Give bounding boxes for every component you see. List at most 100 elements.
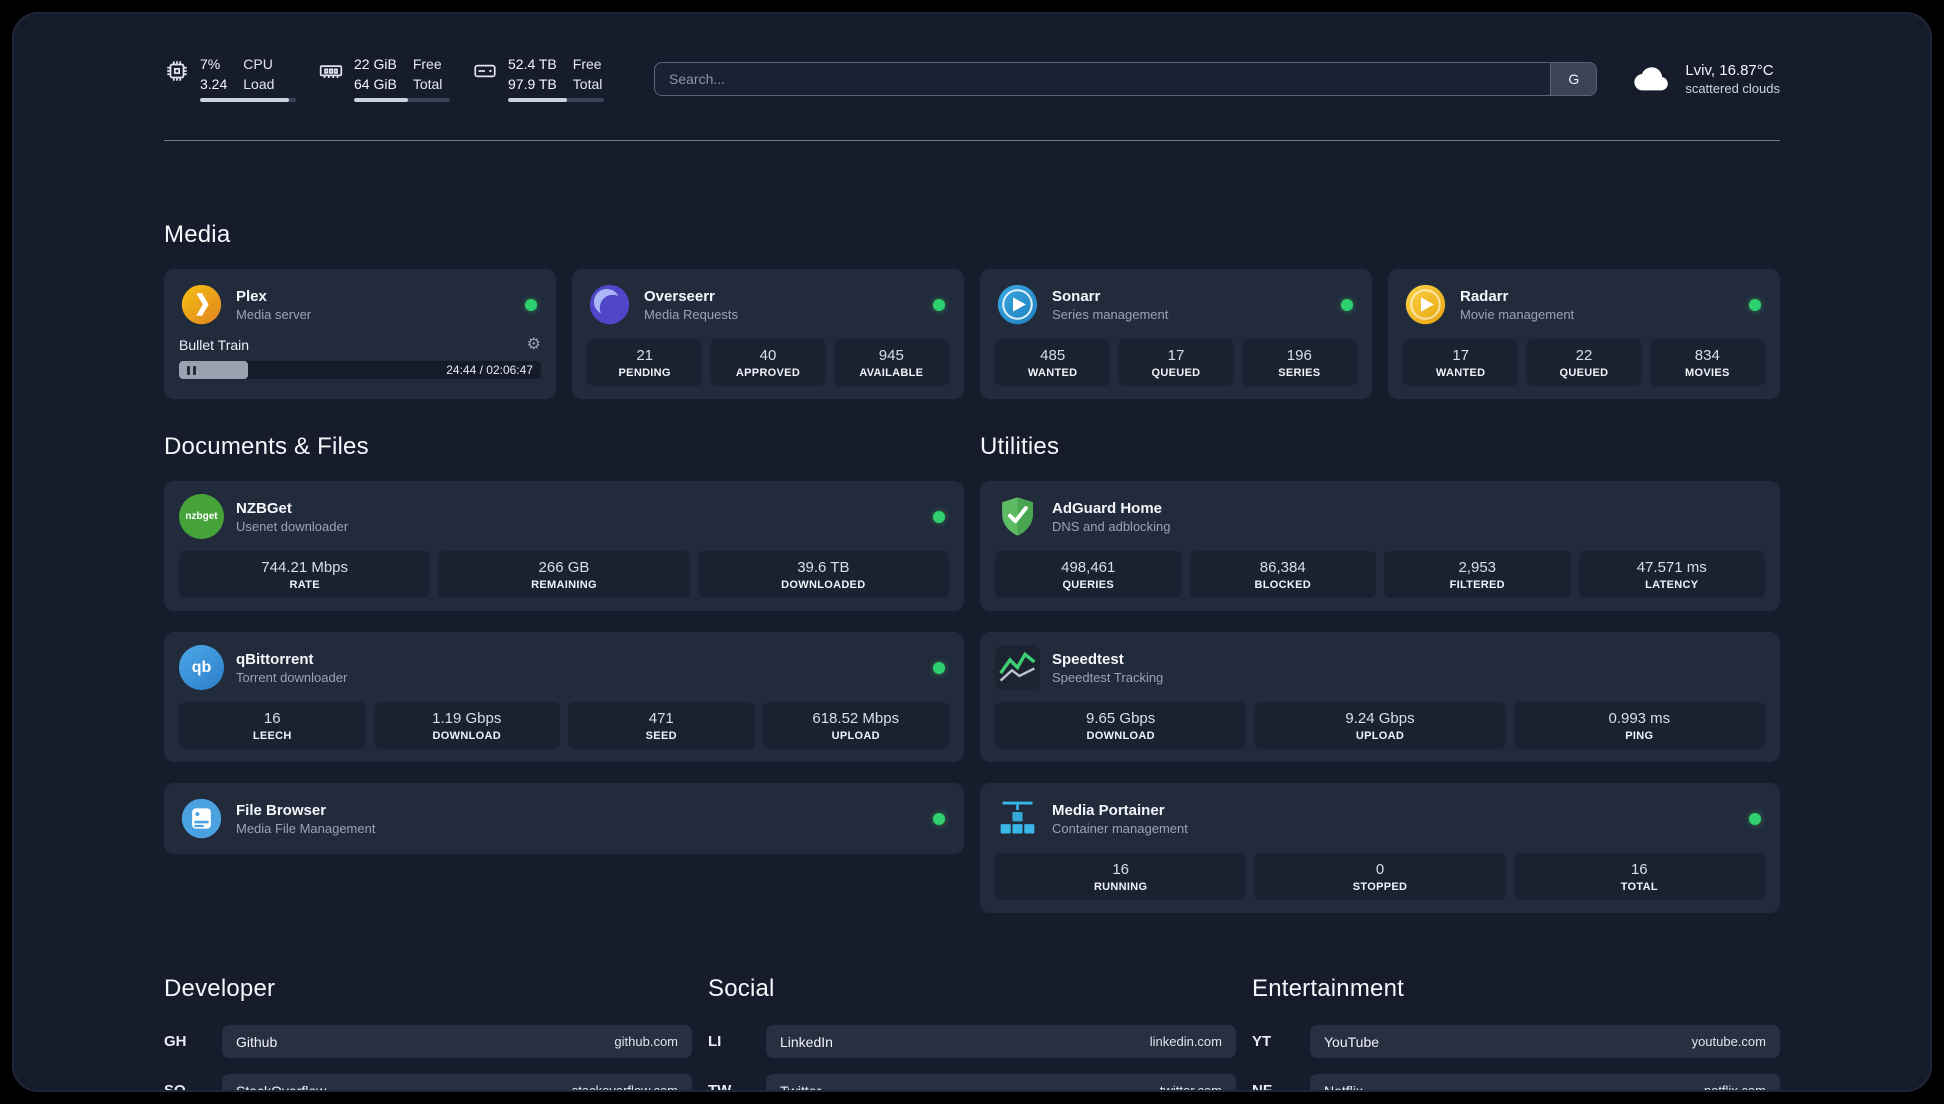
app-card-filebrowser[interactable]: File Browser Media File Management [164,783,964,854]
link-linkedin[interactable]: LinkedIn linkedin.com [766,1025,1236,1058]
stat-value: 266 GB [538,559,590,576]
ram-widget: 22 GiB 64 GiB Free Total [318,56,450,102]
link-github[interactable]: Github github.com [222,1025,692,1058]
link-row-twitter: TW Twitter twitter.com [708,1074,1236,1092]
section-title-documents: Documents & Files [164,433,369,460]
status-dot [933,661,945,674]
disk-icon [472,58,498,84]
filebrowser-icon [179,796,224,841]
link-url: youtube.com [1691,1034,1766,1049]
link-twitter[interactable]: Twitter twitter.com [766,1074,1236,1092]
stat-value: 834 [1694,347,1720,364]
cpu-load-value: 3.24 [200,75,228,92]
link-netflix[interactable]: Netflix netflix.com [1310,1074,1780,1092]
stat-wanted: 17 WANTED [1403,339,1519,386]
app-card-speedtest[interactable]: Speedtest Speedtest Tracking 9.65 Gbps D… [980,632,1780,762]
stat-value: 21 [636,347,653,364]
link-youtube[interactable]: YouTube youtube.com [1310,1025,1780,1058]
stat-label: AVAILABLE [859,367,924,379]
status-dot [1749,298,1761,311]
stat-value: 498,461 [1061,559,1116,576]
stat-label: WANTED [1027,367,1078,379]
stat-value: 16 [1630,861,1648,878]
overseerr-icon [587,282,632,327]
stat-queued: 17 QUEUED [1118,339,1234,386]
link-name: StackOverflow [236,1082,327,1092]
app-card-sonarr[interactable]: Sonarr Series management 485 WANTED 17 Q… [980,269,1372,399]
app-card-overseerr[interactable]: Overseerr Media Requests 21 PENDING 40 A… [572,269,964,399]
cpu-load-label: Load [243,75,275,92]
app-name: Radarr [1460,287,1509,305]
stat-label: TOTAL [1620,881,1658,893]
app-subtitle: Container management [1052,820,1188,836]
link-name: Netflix [1324,1082,1363,1092]
stat-value: 22 [1575,347,1593,364]
link-abbr: YT [1252,1033,1272,1050]
cloud-icon [1631,58,1673,100]
stat-label: UPLOAD [831,730,880,742]
stat-ping: 0.993 ms PING [1513,702,1765,749]
status-dot [525,298,537,311]
stat-label: FILTERED [1449,579,1505,591]
adguard-icon [995,494,1040,539]
stat-label: DOWNLOAD [432,730,501,742]
search-provider-button[interactable]: G [1550,63,1597,95]
app-subtitle: DNS and adblocking [1052,518,1171,534]
app-name: Speedtest [1052,650,1124,668]
link-abbr: TW [708,1082,732,1092]
pause-icon[interactable] [187,365,196,375]
ram-free-label: Free [412,56,442,72]
stat-value: 17 [1167,347,1185,364]
link-url: twitter.com [1159,1083,1222,1092]
stat-download: 1.19 Gbps DOWNLOAD [373,702,560,749]
search-input[interactable] [655,63,1551,95]
stat-value: 9.24 Gbps [1345,710,1415,727]
app-card-radarr[interactable]: Radarr Movie management 17 WANTED 22 QUE… [1388,269,1780,399]
section-title-entertainment: Entertainment [1252,975,1405,1002]
app-card-plex[interactable]: Plex Media server Bullet Train ⚙ 24:44 /… [164,269,556,399]
stat-value: 39.6 TB [797,559,850,576]
stat-label: REMAINING [531,579,597,591]
app-card-qbittorrent[interactable]: qb qBittorrent Torrent downloader 16 LEE… [164,632,964,762]
stat-value: 485 [1040,347,1066,364]
stat-label: WANTED [1435,367,1486,379]
portainer-icon [995,796,1040,841]
app-card-adguard[interactable]: AdGuard Home DNS and adblocking 498,461 … [980,481,1780,611]
link-stackoverflow[interactable]: StackOverflow stackoverflow.com [222,1074,692,1092]
ram-usage-bar [354,98,450,102]
app-subtitle: Media server [236,306,312,322]
link-abbr: NF [1252,1082,1272,1092]
stat-wanted: 485 WANTED [995,339,1111,386]
ram-total-value: 64 GiB [354,75,397,92]
link-name: YouTube [1324,1033,1380,1050]
ram-icon [318,58,344,84]
stat-value: 47.571 ms [1636,559,1707,576]
stat-label: BLOCKED [1254,579,1311,591]
cpu-label: CPU [243,56,273,72]
stat-label: RATE [289,579,320,591]
app-name: NZBGet [236,499,292,517]
stat-series: 196 SERIES [1241,339,1357,386]
link-abbr: LI [708,1033,722,1050]
stat-value: 471 [648,710,674,727]
link-row-netflix: NF Netflix netflix.com [1252,1074,1780,1092]
stat-label: DOWNLOADED [781,579,866,591]
playback-progress-bar[interactable]: 24:44 / 02:06:47 [179,361,541,379]
stat-value: 16 [1112,861,1129,878]
disk-total-value: 97.9 TB [508,75,557,92]
stat-value: 744.21 Mbps [261,559,349,576]
stat-available: 945 AVAILABLE [833,339,949,386]
stat-value: 17 [1452,347,1469,364]
settings-gear-icon[interactable]: ⚙ [527,337,541,353]
stat-total: 16 TOTAL [1513,853,1765,900]
link-row-stackoverflow: SO StackOverflow stackoverflow.com [164,1074,692,1092]
topbar: 7% 3.24 CPU Load 22 GiB 64 GiB Free Tota… [164,56,1780,102]
link-name: Twitter [780,1082,822,1092]
app-card-nzbget[interactable]: nzbget NZBGet Usenet downloader 744.21 M… [164,481,964,611]
link-name: LinkedIn [780,1033,833,1050]
ram-total-label: Total [412,75,443,92]
app-card-portainer[interactable]: Media Portainer Container management 16 … [980,783,1780,913]
stat-blocked: 86,384 BLOCKED [1189,551,1376,598]
status-dot [1341,298,1353,311]
stat-label: QUEUED [1151,367,1201,379]
